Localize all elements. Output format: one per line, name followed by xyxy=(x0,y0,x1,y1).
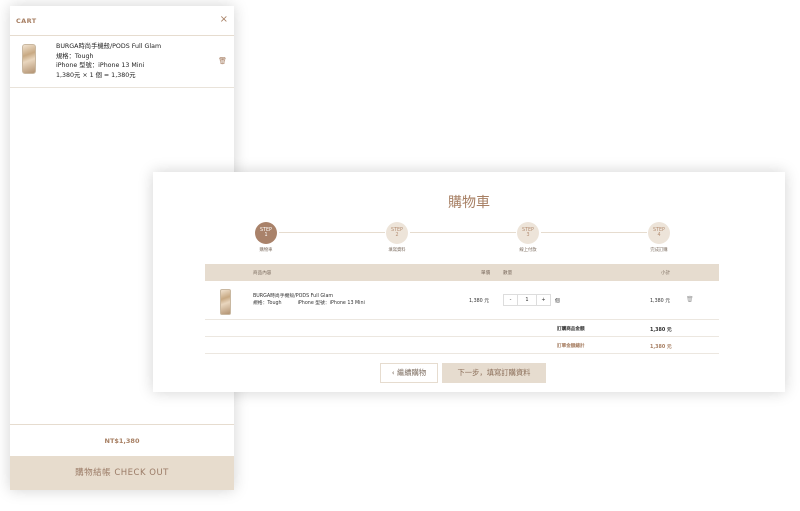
header-price: 單價 xyxy=(481,271,491,276)
cart-item-details: BURGA時尚手機殼/PODS Full Glam 規格：Tough iPhon… xyxy=(56,42,161,80)
trash-icon[interactable]: 🗑 xyxy=(218,57,227,65)
grand-total-row: 訂單金額總計 1,380 元 xyxy=(205,338,719,354)
step-label: 線上付款 xyxy=(519,248,537,253)
product-name[interactable]: BURGA時尚手機殼/PODS Full Glam xyxy=(253,293,365,300)
header-qty: 數量 xyxy=(503,271,513,276)
qty-unit: 個 xyxy=(555,299,560,304)
cart-total: NT$1,380 xyxy=(104,437,140,445)
product-spec: 規格：Tough xyxy=(253,301,282,306)
next-step-button[interactable]: 下一步，填寫訂購資料 xyxy=(442,363,546,383)
qty-increase-button[interactable]: + xyxy=(537,295,550,305)
items-total-value: 1,380 元 xyxy=(650,328,672,333)
product-details: BURGA時尚手機殼/PODS Full Glam 規格：Tough iPhone… xyxy=(253,293,365,307)
cart-total-bar: NT$1,380 xyxy=(10,424,234,456)
step-label: 填寫資料 xyxy=(388,248,406,253)
step-4: STEP 4 完成訂購 xyxy=(629,222,689,253)
cart-item-spec: 規格：Tough xyxy=(56,52,94,60)
product-thumbnail[interactable] xyxy=(22,44,36,74)
header-subtotal: 小計 xyxy=(661,271,671,276)
cart-item: BURGA時尚手機殼/PODS Full Glam 規格：Tough iPhon… xyxy=(10,36,234,88)
product-thumbnail[interactable] xyxy=(220,289,231,315)
step-circle: STEP 3 xyxy=(517,222,539,244)
step-3: STEP 3 線上付款 xyxy=(498,222,558,253)
grand-total-value: 1,380 元 xyxy=(650,345,672,350)
product-model: iPhone 型號：iPhone 13 Mini xyxy=(297,301,365,306)
step-number: 1 xyxy=(264,233,268,238)
cart-item-price-line: 1,380元 × 1 個 = 1,380元 xyxy=(56,71,136,79)
table-row: BURGA時尚手機殼/PODS Full Glam 規格：Tough iPhone… xyxy=(205,285,719,320)
items-total-row: 訂購商品金額 1,380 元 xyxy=(205,321,719,337)
step-label: 購物車 xyxy=(259,248,273,253)
quantity-stepper: - 1 + xyxy=(503,294,551,306)
step-number: 3 xyxy=(526,233,530,238)
checkout-button[interactable]: 購物結帳 CHECK OUT xyxy=(10,456,234,490)
step-circle: STEP 2 xyxy=(386,222,408,244)
cart-header: CART × xyxy=(10,6,234,36)
step-number: 4 xyxy=(657,233,661,238)
step-circle: STEP 4 xyxy=(648,222,670,244)
step-label: 完成訂購 xyxy=(650,248,668,253)
product-subtotal: 1,380 元 xyxy=(650,299,671,304)
step-number: 2 xyxy=(395,233,399,238)
cart-item-model: iPhone 型號：iPhone 13 Mini xyxy=(56,62,145,69)
cart-title: CART xyxy=(16,17,37,25)
page-title: 購物車 xyxy=(448,195,490,211)
step-1: STEP 1 購物車 xyxy=(236,222,296,253)
items-total-label: 訂購商品金額 xyxy=(557,327,585,332)
continue-shopping-button[interactable]: ‹ 繼續購物 xyxy=(380,363,438,383)
qty-decrease-button[interactable]: - xyxy=(504,295,517,305)
table-header: 商品內容 單價 數量 小計 xyxy=(205,264,719,281)
cart-page: 購物車 STEP 1 購物車 STEP 2 填寫資料 STEP 3 線上付款 S… xyxy=(153,172,785,392)
header-product: 商品內容 xyxy=(253,271,272,276)
step-circle: STEP 1 xyxy=(255,222,277,244)
close-icon[interactable]: × xyxy=(220,14,228,25)
step-2: STEP 2 填寫資料 xyxy=(367,222,427,253)
cart-item-name[interactable]: BURGA時尚手機殼/PODS Full Glam xyxy=(56,42,161,52)
qty-input[interactable]: 1 xyxy=(517,295,537,305)
grand-total-label: 訂單金額總計 xyxy=(557,344,585,349)
product-price: 1,380 元 xyxy=(469,299,490,304)
trash-icon[interactable]: 🗑 xyxy=(686,296,694,303)
